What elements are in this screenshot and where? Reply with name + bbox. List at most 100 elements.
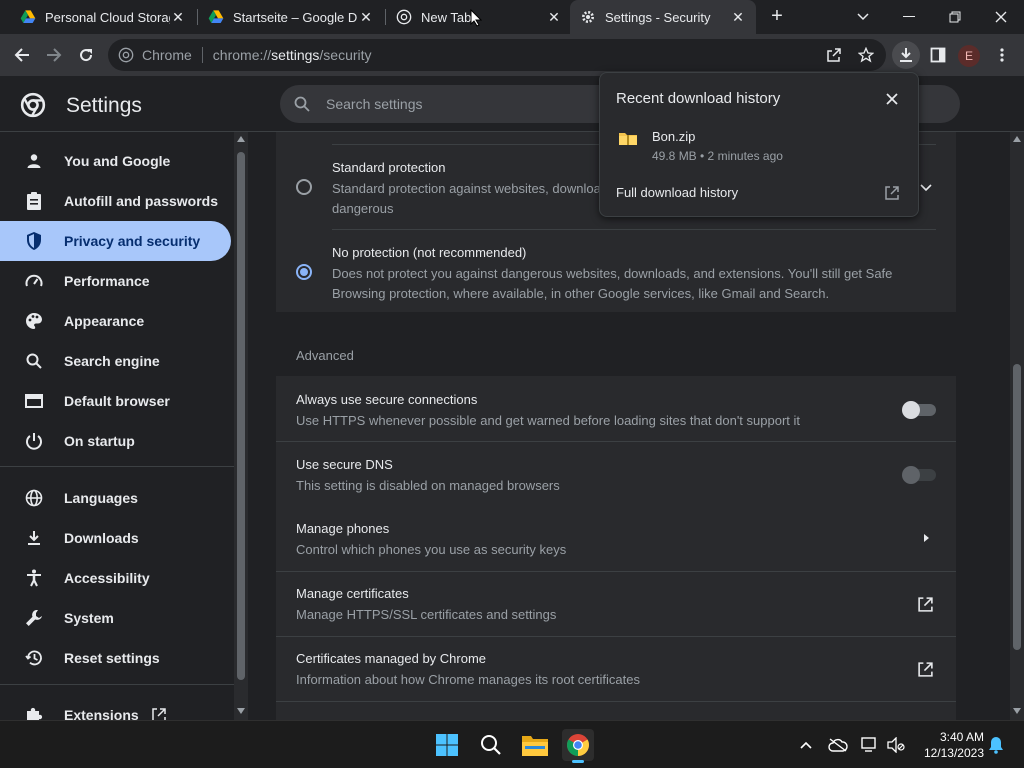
no-protection-option[interactable]: No protection (not recommended) Does not… [332, 245, 932, 304]
address-bar[interactable]: Chrome chrome://settings/security [108, 39, 886, 71]
tab-settings-security[interactable]: Settings - Security ✕ [570, 0, 756, 34]
external-link-icon[interactable] [884, 185, 900, 201]
downloads-button[interactable] [892, 41, 920, 69]
chrome-icon [118, 47, 134, 63]
external-link-icon[interactable] [917, 661, 934, 678]
sidebar-item-reset-settings[interactable]: Reset settings [0, 638, 231, 678]
tab-search-button[interactable] [840, 0, 886, 34]
row-subtitle: Information about how Chrome manages its… [296, 672, 640, 687]
scroll-up-icon [237, 136, 245, 142]
onedrive-button[interactable] [828, 735, 848, 755]
tab-title: Personal Cloud Storag [45, 9, 170, 25]
sidebar-item-autofill[interactable]: Autofill and passwords [0, 181, 231, 221]
close-icon [886, 93, 898, 105]
expand-chevron-icon[interactable] [920, 184, 932, 192]
secure-dns-toggle[interactable] [902, 466, 936, 484]
accessibility-icon [24, 568, 44, 588]
chrome-taskbar-button[interactable] [562, 729, 594, 763]
advanced-card: Always use secure connections Use HTTPS … [276, 376, 956, 720]
sidebar-item-privacy-and-security[interactable]: Privacy and security [0, 221, 231, 261]
tab-startseite-google-drive[interactable]: Startseite – Google Dr ✕ [198, 0, 384, 34]
always-secure-connections-toggle[interactable] [902, 401, 936, 419]
sidebar-item-accessibility[interactable]: Accessibility [0, 558, 231, 598]
url-host: settings [271, 47, 320, 63]
sidebar-item-you-and-google[interactable]: You and Google [0, 141, 231, 181]
reload-button[interactable] [72, 41, 100, 69]
network-button[interactable] [860, 735, 880, 755]
shield-icon [24, 231, 44, 251]
scroll-down-icon [1013, 708, 1021, 714]
sidebar-item-extensions[interactable]: Extensions [0, 695, 231, 720]
close-button[interactable] [882, 89, 902, 109]
profile-avatar[interactable]: E [958, 45, 980, 67]
chrome-menu-button[interactable] [988, 41, 1016, 69]
sidebar-item-appearance[interactable]: Appearance [0, 301, 231, 341]
secure-dns-row[interactable]: Use secure DNS This setting is disabled … [296, 457, 896, 496]
tab-personal-cloud-storage[interactable]: Personal Cloud Storag ✕ [10, 0, 196, 34]
file-explorer-button[interactable] [519, 729, 551, 761]
row-subtitle: Manage HTTPS/SSL certificates and settin… [296, 607, 557, 622]
back-button[interactable] [8, 41, 36, 69]
site-chip-label: Chrome [142, 47, 192, 63]
download-bubble-title: Recent download history [616, 90, 781, 107]
restore-button[interactable] [932, 0, 978, 34]
manage-phones-row[interactable]: Manage phones Control which phones you u… [296, 521, 896, 560]
sidebar-item-system[interactable]: System [0, 598, 231, 638]
sidebar-item-default-browser[interactable]: Default browser [0, 381, 231, 421]
sidebar-scrollbar-thumb[interactable] [237, 152, 245, 680]
notifications-button[interactable] [986, 735, 1006, 755]
close-icon[interactable]: ✕ [170, 9, 186, 26]
network-icon [861, 737, 876, 752]
minimize-button[interactable] [886, 0, 932, 34]
main-scrollbar-thumb[interactable] [1013, 364, 1021, 650]
reload-icon [80, 49, 93, 62]
standard-protection-radio[interactable] [296, 179, 312, 195]
arrow-left-icon [14, 48, 29, 62]
mouse-cursor-icon [470, 9, 482, 27]
share-button[interactable] [820, 41, 848, 69]
manage-certificates-row[interactable]: Manage certificates Manage HTTPS/SSL cer… [296, 586, 896, 625]
certificates-managed-by-chrome-row[interactable]: Certificates managed by Chrome Informati… [296, 651, 896, 690]
side-panel-button[interactable] [924, 41, 952, 69]
scroll-down-icon [237, 708, 245, 714]
volume-button[interactable] [886, 735, 906, 755]
forward-button[interactable] [40, 41, 68, 69]
site-chip[interactable]: Chrome [118, 47, 192, 63]
close-icon[interactable]: ✕ [730, 9, 746, 26]
arrow-right-icon[interactable] [923, 534, 929, 542]
sidebar-scrollbar[interactable] [234, 132, 248, 720]
no-protection-radio[interactable] [296, 264, 312, 280]
taskbar-search-button[interactable] [475, 729, 507, 761]
sidebar-divider [0, 466, 234, 467]
sidebar-item-label: Appearance [64, 313, 145, 329]
sidebar-item-on-startup[interactable]: On startup [0, 421, 231, 461]
external-link-icon[interactable] [917, 596, 934, 613]
row-subtitle: Use HTTPS whenever possible and get warn… [296, 413, 800, 428]
bookmark-button[interactable] [852, 41, 880, 69]
always-secure-connections-row[interactable]: Always use secure connections Use HTTPS … [296, 392, 896, 431]
restore-icon [949, 11, 961, 23]
close-icon[interactable]: ✕ [358, 9, 374, 26]
main-scrollbar[interactable] [1010, 132, 1024, 720]
sidebar-item-performance[interactable]: Performance [0, 261, 231, 301]
close-window-button[interactable] [978, 0, 1024, 34]
new-tab-button[interactable]: + [766, 6, 788, 28]
taskbar-clock[interactable]: 3:40 AM 12/13/2023 [914, 729, 984, 761]
row-title: Always use secure connections [296, 392, 478, 407]
clock-date: 12/13/2023 [923, 746, 984, 760]
history-icon [24, 648, 44, 668]
sidebar-item-downloads[interactable]: Downloads [0, 518, 231, 558]
browser-toolbar: Chrome chrome://settings/security E [0, 34, 1024, 76]
sidebar-item-label: Languages [64, 490, 138, 506]
full-download-history-link[interactable]: Full download history [616, 185, 738, 200]
close-icon[interactable]: ✕ [546, 9, 562, 26]
person-icon [24, 151, 44, 171]
sidebar-item-languages[interactable]: Languages [0, 478, 231, 518]
show-hidden-icons-button[interactable] [796, 735, 816, 755]
browser-icon [24, 391, 44, 411]
settings-sidebar: You and Google Autofill and passwords Pr… [0, 132, 234, 720]
sidebar-item-search-engine[interactable]: Search engine [0, 341, 231, 381]
row-divider [276, 571, 956, 572]
tab-title: Settings - Security [605, 9, 711, 25]
start-button[interactable] [431, 729, 463, 761]
